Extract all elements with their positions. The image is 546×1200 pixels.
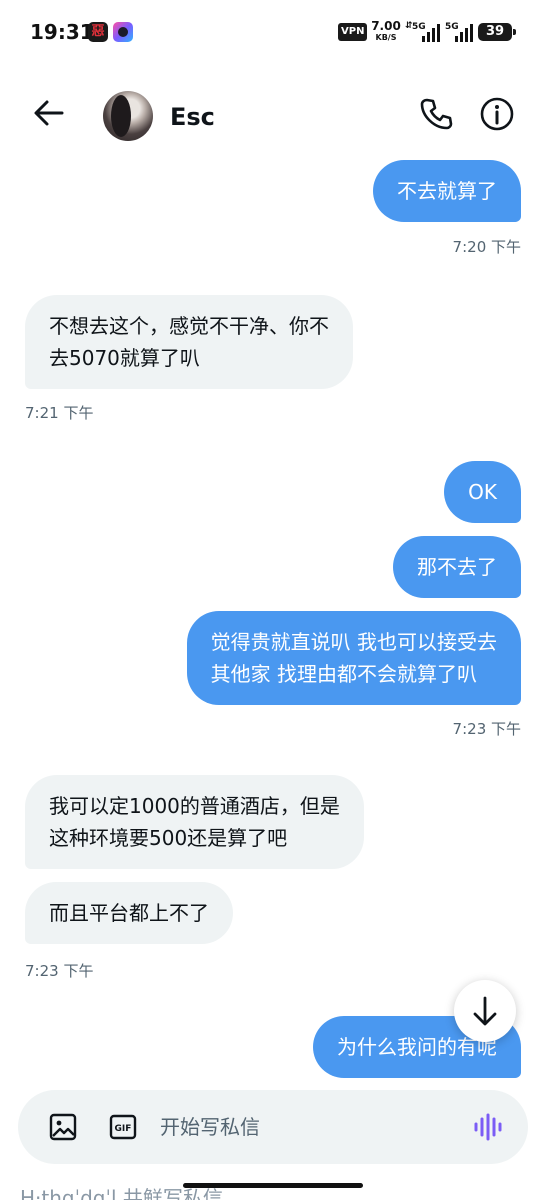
message-composer: GIF: [18, 1090, 528, 1164]
message-input[interactable]: [160, 1108, 460, 1146]
arrow-down-icon: [473, 996, 497, 1026]
signal-label-2: 5G: [445, 22, 459, 32]
phone-icon: [420, 98, 453, 130]
network-speed-value: 7.00: [371, 19, 401, 33]
network-speed: 7.00 KB/S: [370, 19, 402, 43]
call-button[interactable]: [418, 96, 454, 132]
camera-app-icon: [113, 22, 133, 42]
message-bubble-outgoing[interactable]: 觉得贵就直说叭 我也可以接受去 其他家 找理由都不会就算了叭: [186, 611, 521, 705]
message-timestamp: 7:21 下午: [25, 404, 94, 422]
vpn-badge: VPN: [338, 23, 368, 41]
voice-message-button[interactable]: [472, 1112, 504, 1142]
message-bubble-outgoing[interactable]: 那不去了: [393, 536, 521, 598]
info-icon: [480, 97, 514, 131]
notification-app-icon: 惡: [88, 22, 108, 42]
status-bar: 19:31 惡 VPN 7.00 KB/S ⇵ 5G 5G 39: [0, 0, 546, 64]
message-bubble-incoming[interactable]: 不想去这个，感觉不干净、你不 去5070就算了叭: [25, 295, 353, 389]
message-bubble-incoming[interactable]: 而且平台都上不了: [25, 882, 233, 944]
message-timestamp: 7:23 下午: [452, 720, 521, 738]
voice-wave-icon: [474, 1113, 502, 1141]
scroll-to-bottom-button[interactable]: [454, 980, 516, 1042]
svg-text:GIF: GIF: [115, 1124, 132, 1134]
message-timestamp: 7:23 下午: [25, 962, 94, 980]
arrow-left-icon: [34, 100, 64, 126]
signal-label-1: 5G: [412, 22, 426, 32]
gif-icon: GIF: [109, 1114, 137, 1140]
below-composer-partial-text: H·thɑˈdɑˈl 共鲜写私信: [20, 1188, 223, 1200]
signal-strength-icon-2: 5G: [445, 22, 475, 42]
info-button[interactable]: [479, 96, 515, 132]
home-indicator[interactable]: [183, 1183, 363, 1188]
message-timestamp: 7:20 下午: [452, 238, 521, 256]
message-bubble-incoming[interactable]: 我可以定1000的普通酒店，但是 这种环境要500还是算了吧: [25, 775, 364, 869]
message-bubble-outgoing[interactable]: 不去就算了: [373, 160, 521, 222]
avatar[interactable]: [103, 91, 153, 141]
contact-name[interactable]: Esc: [170, 103, 215, 131]
image-icon: [49, 1113, 77, 1141]
message-list[interactable]: 不去就算了 7:20 下午 不想去这个，感觉不干净、你不 去5070就算了叭 7…: [0, 150, 546, 1085]
conversation-header: Esc: [0, 64, 546, 164]
battery-icon: 39: [478, 23, 516, 41]
message-bubble-outgoing[interactable]: OK: [444, 461, 521, 523]
back-button[interactable]: [32, 96, 66, 130]
add-image-button[interactable]: [48, 1112, 78, 1142]
network-speed-unit: KB/S: [375, 33, 397, 42]
signal-strength-icon: 5G: [412, 22, 442, 42]
status-time: 19:31: [30, 20, 94, 44]
add-gif-button[interactable]: GIF: [108, 1112, 138, 1142]
